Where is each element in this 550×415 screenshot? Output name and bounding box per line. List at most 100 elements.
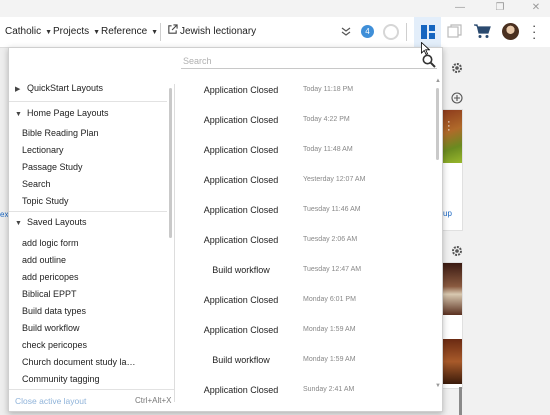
panel-icon[interactable] bbox=[447, 24, 462, 39]
home-page-background: · · · up bbox=[441, 47, 550, 415]
layout-item[interactable]: Community tagging bbox=[22, 371, 154, 388]
recent-layout-name: Application Closed bbox=[203, 205, 279, 215]
card-thumbnail bbox=[459, 387, 462, 415]
menu-catholic[interactable]: Catholic ▼ bbox=[5, 17, 52, 47]
menu-projects[interactable]: Projects ▼ bbox=[53, 17, 100, 47]
scroll-down-arrow-icon[interactable]: ▼ bbox=[435, 383, 441, 389]
section-label: QuickStart Layouts bbox=[27, 83, 104, 93]
layout-item[interactable]: Bible Reading Plan bbox=[22, 125, 154, 142]
section-divider bbox=[9, 211, 167, 212]
recent-layout-name: Application Closed bbox=[203, 175, 279, 185]
cart-icon[interactable] bbox=[474, 24, 491, 39]
card-thumbnail bbox=[442, 263, 462, 315]
layout-item[interactable]: Passage Study bbox=[22, 159, 154, 176]
layout-item[interactable]: Build workflow bbox=[22, 320, 154, 337]
toolbar-divider bbox=[160, 23, 161, 41]
recent-layout-row[interactable]: Build workflow Monday 1:59 AM bbox=[175, 346, 431, 376]
home-card[interactable] bbox=[441, 262, 463, 389]
recent-layout-time: Today 11:48 AM bbox=[303, 146, 353, 153]
notification-badge[interactable]: 4 bbox=[361, 25, 374, 38]
layouts-panel: ▶ QuickStart Layouts ▼ Home Page Layouts B… bbox=[8, 47, 443, 412]
section-saved-layouts[interactable]: ▼ Saved Layouts bbox=[15, 214, 165, 231]
layout-item[interactable]: check pericopes bbox=[22, 337, 154, 354]
caret-down-icon: ▼ bbox=[15, 220, 22, 227]
caret-down-icon: ▼ bbox=[151, 29, 159, 36]
close-window-icon[interactable]: ✕ bbox=[518, 0, 550, 17]
recent-layout-time: Yesterday 12:07 AM bbox=[303, 176, 366, 183]
doc-link-label: Jewish lectionary bbox=[180, 26, 257, 37]
card-thumbnail bbox=[442, 339, 462, 384]
scroll-up-arrow-icon[interactable]: ▲ bbox=[435, 78, 441, 84]
section-label: Home Page Layouts bbox=[27, 108, 109, 118]
card-thumbnail bbox=[442, 110, 462, 163]
restore-icon[interactable]: ❐ bbox=[482, 0, 518, 17]
avatar[interactable] bbox=[502, 23, 519, 40]
add-circle-icon[interactable] bbox=[451, 92, 463, 104]
double-chevron-down-icon[interactable] bbox=[341, 27, 351, 37]
recent-layout-time: Monday 6:01 PM bbox=[303, 296, 356, 303]
search-icon[interactable] bbox=[421, 53, 437, 69]
recent-layout-name: Application Closed bbox=[203, 235, 279, 245]
close-active-layout-link[interactable]: Close active layout bbox=[15, 396, 86, 406]
recent-layout-time: Sunday 2:41 AM bbox=[303, 386, 355, 393]
layout-item[interactable]: Church document study la… bbox=[22, 354, 154, 371]
recent-layout-row[interactable]: Application Closed Today 4:22 PM bbox=[175, 106, 431, 136]
menu-label: Projects bbox=[53, 26, 90, 37]
panel-footer: Close active layout Ctrl+Alt+X bbox=[9, 389, 174, 411]
layout-item[interactable]: add pericopes bbox=[22, 269, 154, 286]
layout-item[interactable]: Biblical EPPT bbox=[22, 286, 154, 303]
more-menu-icon[interactable]: · · · bbox=[532, 19, 538, 44]
caret-right-icon: ▶ bbox=[15, 86, 21, 93]
card-menu-icon[interactable]: · · · bbox=[447, 117, 451, 136]
recent-layout-row[interactable]: Application Closed Tuesday 2:06 AM bbox=[175, 226, 431, 256]
recent-list-scrollbar[interactable] bbox=[436, 88, 439, 160]
layout-item[interactable]: Lectionary bbox=[22, 142, 154, 159]
recent-layout-name: Application Closed bbox=[203, 85, 279, 95]
window-title-bar: — ❐ ✕ bbox=[0, 0, 550, 17]
recent-layout-row[interactable]: Application Closed Tuesday 11:46 AM bbox=[175, 196, 431, 226]
layout-item[interactable]: add outline bbox=[22, 252, 154, 269]
section-label: Saved Layouts bbox=[27, 217, 87, 227]
recent-layout-name: Application Closed bbox=[203, 325, 279, 335]
close-layout-shortcut: Ctrl+Alt+X bbox=[135, 396, 172, 405]
recent-layout-row[interactable]: Application Closed Today 11:48 AM bbox=[175, 136, 431, 166]
layouts-search-input[interactable] bbox=[181, 54, 437, 69]
layout-item[interactable]: add logic form bbox=[22, 235, 154, 252]
recent-layout-time: Today 11:18 PM bbox=[303, 86, 354, 93]
layout-item[interactable]: Build data types bbox=[22, 303, 154, 320]
toolbar-divider bbox=[406, 23, 407, 41]
mouse-pointer-icon bbox=[421, 42, 430, 55]
external-link-icon bbox=[168, 24, 178, 34]
section-home-page-layouts[interactable]: ▼ Home Page Layouts bbox=[15, 105, 165, 122]
minimize-icon[interactable]: — bbox=[442, 0, 478, 17]
layout-item[interactable]: Topic Study bbox=[22, 193, 154, 210]
menu-reference[interactable]: Reference ▼ bbox=[101, 17, 158, 47]
recent-layout-row[interactable]: Application Closed Monday 6:01 PM bbox=[175, 286, 431, 316]
layouts-list: ▶ QuickStart Layouts ▼ Home Page Layouts B… bbox=[9, 76, 167, 388]
recent-layout-time: Monday 1:59 AM bbox=[303, 326, 356, 333]
recent-layout-time: Tuesday 11:46 AM bbox=[303, 206, 361, 213]
recent-layout-row[interactable]: Application Closed Sunday 2:41 AM bbox=[175, 376, 431, 406]
recent-layout-row[interactable]: Application Closed Monday 1:59 AM bbox=[175, 316, 431, 346]
recent-layout-name: Application Closed bbox=[203, 385, 279, 395]
recent-layout-row[interactable]: Application Closed Today 11:18 PM bbox=[175, 76, 431, 106]
layout-item[interactable]: Search bbox=[22, 176, 154, 193]
recent-layout-time: Tuesday 2:06 AM bbox=[303, 236, 358, 243]
caret-down-icon: ▼ bbox=[15, 111, 22, 118]
recent-layout-row[interactable]: Application Closed Yesterday 12:07 AM bbox=[175, 166, 431, 196]
section-quickstart-layouts[interactable]: ▶ QuickStart Layouts bbox=[15, 80, 165, 97]
sync-status-icon[interactable] bbox=[383, 24, 399, 40]
recent-layouts-list: Application Closed Today 11:18 PM Applica… bbox=[175, 76, 442, 411]
main-toolbar: Catholic ▼ Projects ▼ Reference ▼ Jewish le… bbox=[0, 17, 550, 48]
caret-down-icon: ▼ bbox=[93, 29, 101, 36]
recent-layout-time: Tuesday 12:47 AM bbox=[303, 266, 362, 273]
card-link-fragment[interactable]: up bbox=[443, 209, 452, 218]
home-card[interactable]: · · · up bbox=[441, 109, 463, 231]
recent-layout-time: Monday 1:59 AM bbox=[303, 356, 356, 363]
doc-link[interactable]: Jewish lectionary bbox=[167, 17, 256, 47]
settings-gear-icon[interactable] bbox=[451, 245, 463, 257]
recent-layout-row[interactable]: Build workflow Tuesday 12:47 AM bbox=[175, 256, 431, 286]
layouts-list-scrollbar[interactable] bbox=[169, 88, 172, 238]
settings-gear-icon[interactable] bbox=[451, 62, 463, 74]
recent-layout-name: Application Closed bbox=[203, 295, 279, 305]
